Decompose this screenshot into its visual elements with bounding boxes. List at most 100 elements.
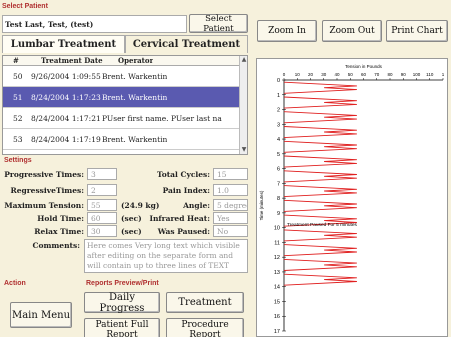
angle-label: Angle: bbox=[183, 201, 210, 210]
x-tick-label: 20 bbox=[308, 72, 314, 77]
series-cycle-13 bbox=[283, 258, 357, 271]
tension-chart: Tension in Pounds 0 10 20 30 40 50 60 70 80 90 100 1… bbox=[256, 58, 448, 337]
zoom-in-button[interactable]: Zoom In bbox=[257, 20, 317, 42]
zoom-out-button[interactable]: Zoom Out bbox=[322, 20, 382, 42]
col-header-operator: Operator bbox=[118, 56, 154, 65]
table-row[interactable]: 53 8/24/2004 1:17:19 Brent. Warkentin bbox=[3, 129, 247, 150]
table-scrollbar[interactable]: ▲ ▼ bbox=[239, 56, 247, 154]
x-tick-label: 110 bbox=[426, 72, 434, 77]
row-date: 8/24/2004 1:17:21 bbox=[31, 113, 101, 123]
was-paused-label: Was Paused: bbox=[157, 227, 210, 236]
max-tension-label: Maximum Tension: bbox=[4, 201, 84, 210]
patient-full-report-button[interactable]: Patient Full Report bbox=[84, 318, 160, 337]
relax-time-label: Relax Time: bbox=[34, 227, 84, 236]
action-section-label: Action bbox=[4, 280, 26, 287]
y-axis-label: Time (minutes) bbox=[259, 190, 264, 220]
series-cycle-3 bbox=[283, 111, 357, 124]
print-chart-button[interactable]: Print Chart bbox=[386, 20, 448, 42]
infrared-heat-value: Yes bbox=[213, 212, 248, 224]
scroll-up-icon[interactable]: ▲ bbox=[240, 56, 247, 64]
x-tick-label: 90 bbox=[401, 72, 407, 77]
regressive-times-value: 2 bbox=[87, 184, 117, 196]
max-tension-value: 55 bbox=[87, 199, 117, 211]
row-number: 50 bbox=[13, 71, 23, 81]
x-tick-label: 1 bbox=[442, 72, 445, 77]
treatment-table: # Treatment Date Operator 50 9/26/2004 1… bbox=[2, 55, 248, 155]
row-operator: PUser first name. PUser last na bbox=[102, 113, 222, 123]
series-cycle-11 bbox=[283, 229, 357, 242]
row-operator: Brent. Warkentin bbox=[102, 92, 168, 102]
x-tick-label: 40 bbox=[334, 72, 340, 77]
tension-chart-svg: Tension in Pounds0 10 20 30 40 50 60 70 80 90 100 1… bbox=[259, 64, 445, 335]
row-date: 9/26/2004 1:09:55 bbox=[31, 71, 101, 81]
relax-time-value: 30 bbox=[87, 225, 117, 237]
daily-progress-button[interactable]: Daily Progress bbox=[84, 292, 160, 314]
treatment-tabs: Lumbar Treatment Cervical Treatment bbox=[2, 35, 248, 53]
hold-time-value: 60 bbox=[87, 212, 117, 224]
y-tick-label: 0 bbox=[277, 78, 280, 84]
table-row[interactable]: 52 8/24/2004 1:17:21 PUser first name. P… bbox=[3, 108, 247, 129]
row-operator: Brent. Warkentin bbox=[102, 71, 168, 81]
relax-time-unit: (sec) bbox=[121, 227, 142, 236]
hold-time-unit: (sec) bbox=[121, 214, 142, 223]
pain-index-label: Pain Index: bbox=[162, 186, 210, 195]
select-patient-section-label: Select Patient bbox=[2, 3, 48, 10]
y-tick-label: 1 bbox=[277, 93, 280, 99]
y-tick-label: 9 bbox=[277, 211, 280, 217]
scroll-down-icon[interactable]: ▼ bbox=[240, 146, 247, 154]
table-header: # Treatment Date Operator bbox=[3, 56, 247, 66]
progressive-times-label: Progressive Times: bbox=[4, 170, 84, 179]
series-cycle-1 bbox=[283, 81, 357, 94]
regressive-times-label: RegressiveTimes: bbox=[10, 186, 84, 195]
y-tick-label: 11 bbox=[274, 240, 280, 246]
y-tick-label: 12 bbox=[274, 255, 280, 261]
max-tension-kg: (24.9 kg) bbox=[121, 201, 160, 210]
tab-lumbar-treatment[interactable]: Lumbar Treatment bbox=[2, 35, 125, 53]
series-cycle-9 bbox=[283, 199, 357, 212]
y-tick-label: 2 bbox=[277, 108, 280, 114]
y-tick-label: 16 bbox=[274, 314, 280, 320]
was-paused-value: No bbox=[213, 225, 248, 237]
patient-name-text: Test Last, Test, (test) bbox=[5, 19, 94, 29]
row-date: 8/24/2004 1:17:19 bbox=[31, 134, 101, 144]
patient-name-field[interactable]: Test Last, Test, (test) bbox=[2, 15, 187, 33]
series-cycle-14 bbox=[283, 273, 357, 286]
main-menu-button[interactable]: Main Menu bbox=[10, 302, 72, 328]
reports-section-label: Reports Preview/Print bbox=[86, 280, 159, 287]
y-tick-label: 15 bbox=[274, 299, 280, 305]
tab-cervical-treatment[interactable]: Cervical Treatment bbox=[125, 35, 248, 53]
y-tick-label: 6 bbox=[277, 167, 280, 173]
y-tick-label: 5 bbox=[277, 152, 280, 158]
row-number: 52 bbox=[13, 113, 23, 123]
comments-label: Comments: bbox=[32, 241, 80, 250]
chart-annotation: Treatment Paused For 5 minutes bbox=[287, 222, 358, 228]
x-tick-label: 50 bbox=[348, 72, 354, 77]
x-tick-label: 70 bbox=[374, 72, 380, 77]
total-cycles-label: Total Cycles: bbox=[156, 170, 210, 179]
infrared-heat-label: Infrared Heat: bbox=[149, 214, 210, 223]
col-header-number: # bbox=[13, 56, 19, 65]
series-cycle-4 bbox=[283, 126, 357, 139]
x-tick-label: 10 bbox=[295, 72, 301, 77]
y-tick-label: 17 bbox=[274, 329, 280, 335]
table-row-selected[interactable]: 51 8/24/2004 1:17:23 Brent. Warkentin bbox=[3, 87, 247, 108]
x-tick-label: 30 bbox=[321, 72, 327, 77]
series-cycle-7 bbox=[283, 170, 357, 183]
select-patient-button[interactable]: Select Patient bbox=[189, 14, 248, 34]
table-row[interactable]: 50 9/26/2004 1:09:55 Brent. Warkentin bbox=[3, 66, 247, 87]
y-tick-label: 13 bbox=[274, 270, 280, 276]
comments-text: Here comes Very long text which visible … bbox=[87, 241, 240, 270]
series-cycle-8 bbox=[283, 185, 357, 198]
row-date: 8/24/2004 1:17:23 bbox=[31, 92, 101, 102]
x-tick-label: 0 bbox=[283, 72, 286, 77]
progressive-times-value: 3 bbox=[87, 168, 117, 180]
pain-index-value: 1.0 bbox=[213, 184, 248, 196]
treatment-report-button[interactable]: Treatment bbox=[166, 292, 244, 313]
row-number: 53 bbox=[13, 134, 23, 144]
settings-section-label: Settings bbox=[4, 157, 32, 164]
x-tick-label: 100 bbox=[413, 72, 421, 77]
y-tick-label: 8 bbox=[277, 196, 280, 202]
comments-field[interactable]: Here comes Very long text which visible … bbox=[84, 239, 248, 273]
procedure-report-button[interactable]: Procedure Report bbox=[166, 318, 244, 337]
y-tick-label: 7 bbox=[277, 181, 280, 187]
